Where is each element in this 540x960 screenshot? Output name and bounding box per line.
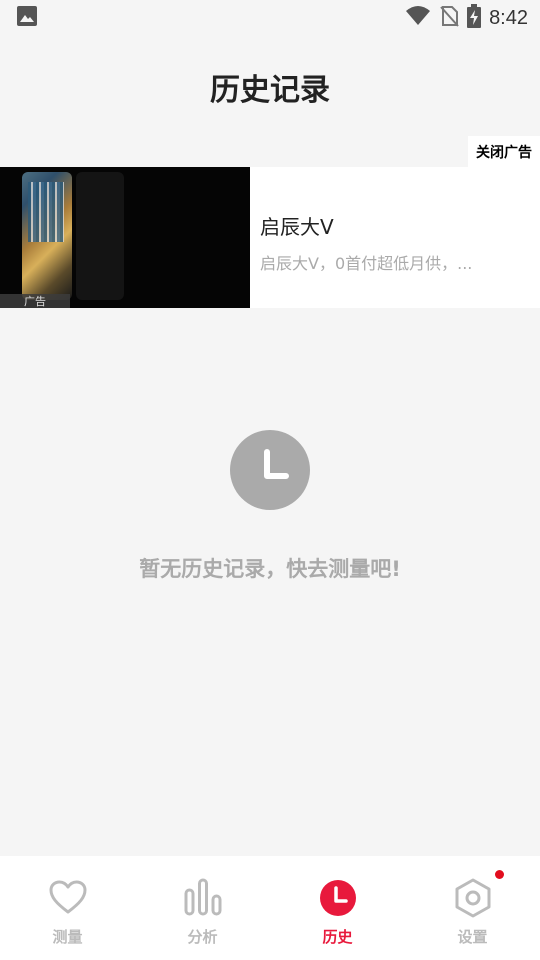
ad-phone-image-2 [76, 172, 124, 300]
bottom-nav: 测量 分析 历史 设置 [0, 856, 540, 960]
page-title: 历史记录 [210, 73, 330, 108]
empty-state-message: 暂无历史记录，快去测量吧! [139, 557, 401, 581]
nav-item-measure[interactable]: 测量 [0, 856, 135, 960]
header: 历史记录 [0, 60, 540, 114]
ad-phone-image-1 [22, 172, 72, 300]
clock-icon [230, 430, 310, 510]
no-sim-icon [439, 5, 459, 31]
clock-icon [318, 878, 358, 918]
nav-item-analysis[interactable]: 分析 [135, 856, 270, 960]
ad-image[interactable]: 广告 [0, 167, 250, 308]
ad-description: 启辰大V，0首付超低月供，... [260, 254, 473, 273]
bar-chart-icon [183, 878, 223, 918]
nav-item-history[interactable]: 历史 [270, 856, 405, 960]
ad-text[interactable]: 启辰大V 启辰大V，0首付超低月供，... [250, 167, 472, 308]
wifi-icon [405, 5, 431, 31]
close-ad-button[interactable]: 关闭广告 [468, 136, 540, 167]
ad-title: 启辰大V [260, 215, 334, 239]
heart-icon [48, 878, 88, 918]
nav-label-measure: 测量 [52, 928, 83, 946]
nav-label-history: 历史 [322, 928, 353, 946]
ad-banner[interactable]: 广告 启辰大V 启辰大V，0首付超低月供，... [0, 167, 540, 308]
status-bar: 8:42 [0, 0, 540, 36]
image-icon [16, 5, 38, 31]
nav-label-analysis: 分析 [187, 928, 218, 946]
status-time: 8:42 [489, 6, 528, 29]
nav-label-settings: 设置 [457, 928, 488, 946]
ad-tag: 广告 [0, 294, 70, 308]
notification-badge [495, 870, 504, 879]
nav-item-settings[interactable]: 设置 [405, 856, 540, 960]
hexagon-settings-icon [453, 878, 493, 918]
battery-charging-icon [467, 4, 482, 32]
